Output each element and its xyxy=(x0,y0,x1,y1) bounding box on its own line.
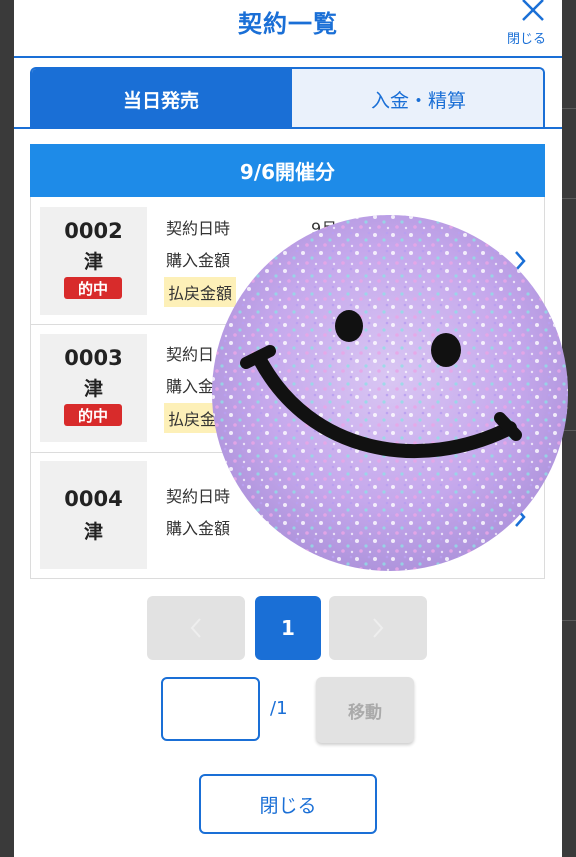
contract-number: 0002 xyxy=(64,219,123,243)
page-total: /1 xyxy=(270,698,288,719)
close-label[interactable]: 閉じる xyxy=(507,28,546,47)
venue-name: 津 xyxy=(83,378,103,400)
backdrop-left xyxy=(0,0,14,857)
venue-name: 津 xyxy=(83,251,103,273)
chevron-left-icon xyxy=(190,618,201,638)
page-title: 契約一覧 xyxy=(238,10,338,38)
contract-id-box: 0002 津 的中 xyxy=(40,207,147,315)
tab-same-day-sales[interactable]: 当日発売 xyxy=(32,69,290,129)
chevron-right-icon xyxy=(373,618,384,638)
venue-name: 津 xyxy=(83,521,103,543)
tab-bar: 当日発売 入金・精算 xyxy=(30,67,545,129)
contract-datetime-label: 契約日 xyxy=(166,345,215,364)
close-button[interactable]: 閉じる xyxy=(199,774,377,834)
contract-number: 0004 xyxy=(64,487,123,511)
next-page-button[interactable] xyxy=(329,596,427,660)
smiley-sticker-icon xyxy=(212,215,568,571)
modal-header: 契約一覧 閉じる xyxy=(14,0,562,58)
page-number-input[interactable] xyxy=(161,677,260,741)
tab-deposit-settlement[interactable]: 入金・精算 xyxy=(290,69,543,129)
section-header: 9/6開催分 xyxy=(30,144,545,197)
contract-number: 0003 xyxy=(64,346,123,370)
purchase-amount-label: 購入金 xyxy=(166,377,215,396)
hit-badge: 的中 xyxy=(64,277,122,299)
contract-id-box: 0003 津 的中 xyxy=(40,334,147,442)
prev-page-button[interactable] xyxy=(147,596,245,660)
page-1-button[interactable]: 1 xyxy=(255,596,321,660)
close-x-icon[interactable] xyxy=(518,0,548,26)
contract-id-box: 0004 津 xyxy=(40,461,147,569)
hit-badge: 的中 xyxy=(64,404,122,426)
tabs-divider xyxy=(14,127,562,129)
move-button[interactable]: 移動 xyxy=(316,677,414,743)
